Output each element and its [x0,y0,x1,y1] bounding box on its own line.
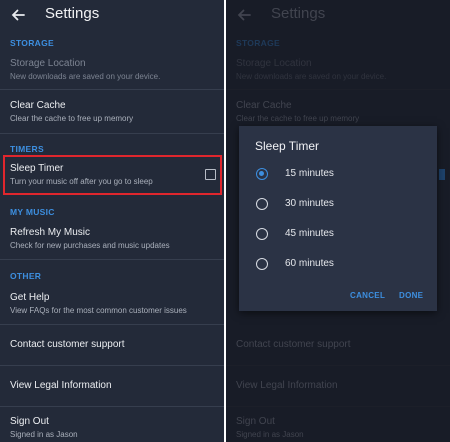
divider [0,89,224,90]
sleep-timer-title: Sleep Timer [10,163,64,174]
option-label: 60 minutes [285,258,334,269]
clear-cache-subtitle: Clear the cache to free up memory [10,114,134,123]
get-help-title: Get Help [10,292,50,303]
sleep-timer-checkbox[interactable] [205,169,216,180]
get-help-subtitle: View FAQs for the most common customer i… [10,306,187,315]
legal-information-item[interactable]: View Legal Information [10,380,112,391]
radio-icon[interactable] [256,228,268,240]
sleep-timer-dialog: Sleep Timer 15 minutes 30 minutes 45 min… [239,126,437,311]
option-label: 15 minutes [285,168,334,179]
divider [0,365,224,366]
option-30-minutes[interactable]: 30 minutes [239,192,437,218]
divider [0,406,224,407]
app-bar: Settings [0,0,224,30]
storage-location-title: Storage Location [10,58,86,69]
radio-icon[interactable] [256,258,268,270]
section-my-music: MY MUSIC [10,207,55,217]
option-label: 45 minutes [285,228,334,239]
option-label: 30 minutes [285,198,334,209]
refresh-my-music-title: Refresh My Music [10,227,91,238]
settings-screen-with-dialog: Settings STORAGE Storage Location New do… [226,0,450,442]
page-title: Settings [45,5,100,22]
refresh-my-music-subtitle: Check for new purchases and music update… [10,241,170,250]
dialog-title: Sleep Timer [255,139,320,153]
sleep-timer-subtitle: Turn your music off after you go to slee… [10,177,153,186]
clear-cache-title: Clear Cache [10,100,66,111]
section-other: OTHER [10,271,42,281]
settings-screen: Settings STORAGE Storage Location New do… [0,0,224,442]
arrow-left-icon[interactable] [9,6,27,24]
done-button[interactable]: DONE [399,291,423,300]
divider [0,259,224,260]
option-15-minutes[interactable]: 15 minutes [239,162,437,188]
radio-selected-icon[interactable] [256,168,268,180]
sleep-timer-highlight [3,155,222,195]
section-timers: TIMERS [10,144,44,154]
sign-out-subtitle: Signed in as Jason [10,430,78,439]
divider [0,133,224,134]
section-storage: STORAGE [10,38,54,48]
radio-icon[interactable] [256,198,268,210]
cancel-button[interactable]: CANCEL [350,291,385,300]
option-45-minutes[interactable]: 45 minutes [239,222,437,248]
option-60-minutes[interactable]: 60 minutes [239,252,437,278]
sign-out-title: Sign Out [10,416,49,427]
contact-support-item[interactable]: Contact customer support [10,339,125,350]
storage-location-subtitle: New downloads are saved on your device. [10,72,161,81]
divider [0,324,224,325]
